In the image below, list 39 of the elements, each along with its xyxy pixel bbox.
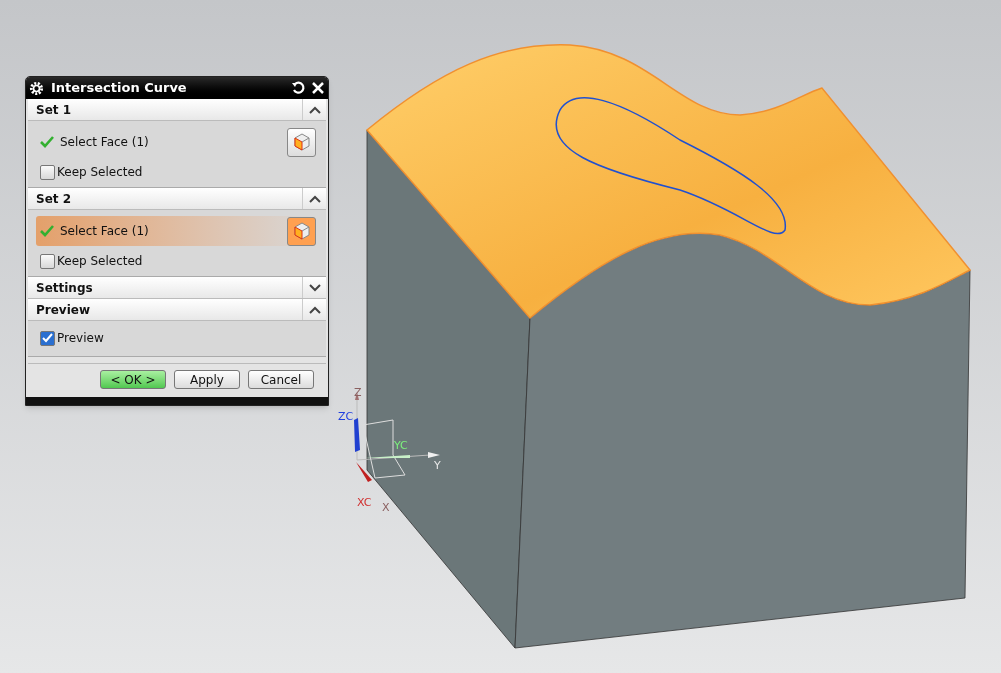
- selection-row[interactable]: Select Face (1): [36, 127, 318, 157]
- section-title: Set 1: [35, 101, 73, 119]
- section-header[interactable]: Set 2: [28, 188, 326, 210]
- section-header[interactable]: Preview: [28, 299, 326, 321]
- axis-label: ZC: [338, 411, 354, 422]
- dialog-button[interactable]: < OK >: [100, 370, 166, 389]
- select-face-button[interactable]: [287, 127, 316, 157]
- section-title: Settings: [35, 279, 94, 297]
- selection-label: Select Face (1): [60, 223, 150, 240]
- checkbox[interactable]: [40, 253, 55, 269]
- close-icon[interactable]: [312, 82, 324, 94]
- cube-icon: [291, 221, 312, 241]
- checkbox[interactable]: [40, 330, 55, 346]
- axis-label: Y: [434, 460, 441, 471]
- reset-icon[interactable]: [291, 81, 305, 95]
- checkbox-label: Keep Selected: [57, 164, 143, 181]
- axis-label: XC: [357, 497, 372, 508]
- axis-label: Z: [354, 387, 362, 398]
- settings-icon[interactable]: [29, 80, 44, 96]
- section-header[interactable]: Settings: [28, 277, 326, 299]
- window-title: Intersection Curve: [51, 79, 188, 98]
- collapse-icon[interactable]: [308, 105, 321, 114]
- collapse-icon[interactable]: [308, 194, 321, 203]
- section-title: Set 2: [35, 190, 73, 208]
- checkbox[interactable]: [40, 164, 55, 180]
- checkbox-label: Keep Selected: [57, 253, 143, 270]
- dialog-button[interactable]: Cancel: [248, 370, 314, 389]
- select-face-button[interactable]: [287, 216, 316, 246]
- dialog-button[interactable]: Apply: [174, 370, 240, 389]
- selection-label: Select Face (1): [60, 134, 150, 151]
- expand-icon[interactable]: [308, 283, 321, 292]
- axis-label: X: [382, 502, 390, 513]
- checkbox-label: Preview: [57, 330, 104, 347]
- axis-label: YC: [394, 440, 408, 451]
- selection-row[interactable]: Select Face (1): [36, 216, 318, 246]
- cube-icon: [291, 132, 312, 152]
- section-title: Preview: [35, 301, 91, 319]
- collapse-icon[interactable]: [308, 305, 321, 314]
- section-header[interactable]: Set 1: [28, 99, 326, 121]
